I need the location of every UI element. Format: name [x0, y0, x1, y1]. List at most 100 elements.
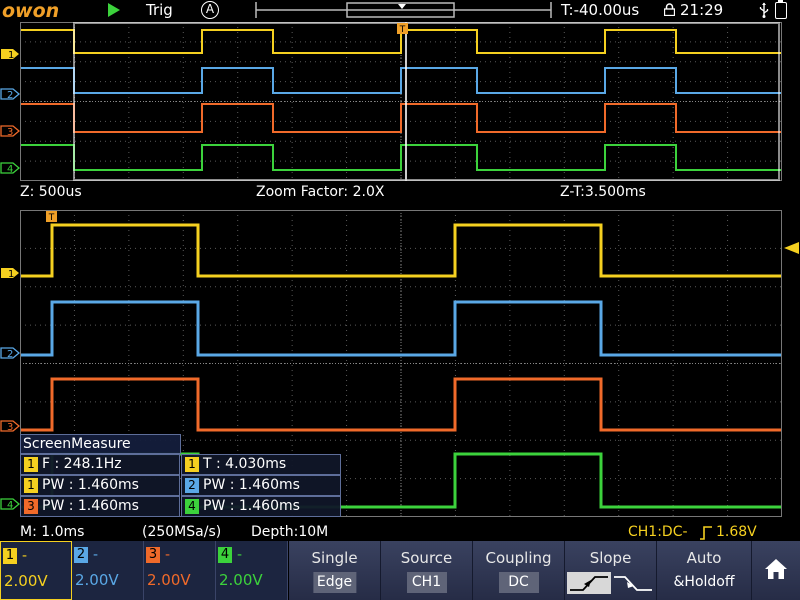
ch3-badge: 3 — [146, 547, 160, 563]
svg-text:2: 2 — [7, 349, 13, 359]
measure-row: 1 T : 4.030ms — [181, 454, 341, 475]
home-button[interactable] — [752, 541, 800, 600]
slope-button[interactable]: Slope — [565, 541, 657, 600]
measure-channel-badge: 4 — [185, 499, 199, 514]
measure-value: F : 248.1Hz — [42, 456, 122, 472]
usb-icon — [759, 2, 769, 18]
svg-text:3: 3 — [7, 127, 13, 137]
trigger-time-offset: T:-40.00us — [561, 1, 640, 19]
single-edge-button[interactable]: Single Edge — [289, 541, 381, 600]
ch1-settings[interactable]: 1 - 2.00V — [0, 541, 72, 600]
ch2-dash: - — [93, 547, 99, 563]
auto-label: Auto — [686, 549, 722, 567]
coupling-label: Coupling — [485, 549, 552, 567]
svg-text:3: 3 — [7, 422, 13, 432]
measure-row: 1 F : 248.1Hz — [20, 454, 180, 475]
memory-position-bar[interactable] — [254, 0, 553, 20]
svg-text:T: T — [399, 25, 406, 35]
sample-rate: (250MSa/s) — [142, 524, 222, 540]
ch2-settings[interactable]: 2 - 2.00V — [72, 541, 144, 600]
ch1-badge: 1 — [3, 548, 17, 564]
ch4-volts: 2.00V — [219, 571, 263, 589]
source-label: Source — [400, 549, 453, 567]
brand-logo: owon — [2, 0, 60, 22]
trigger-coupling-info: CH1:DC- — [628, 524, 688, 540]
measure-value: PW : 1.460ms — [42, 477, 139, 493]
measure-value: PW : 1.460ms — [42, 498, 139, 514]
ch2-main-trace — [20, 67, 782, 94]
ch1-volts: 2.00V — [4, 572, 48, 590]
trigger-level-value: 1.68V — [716, 524, 757, 540]
svg-text:T: T — [48, 213, 55, 223]
svg-text:1: 1 — [8, 269, 14, 279]
clock-time: 21:29 — [680, 1, 724, 19]
ch4-badge: 4 — [218, 547, 232, 563]
lock-icon — [664, 3, 675, 16]
ch3-volts: 2.00V — [147, 571, 191, 589]
zoom-trigger-time: Z-T:3.500ms — [560, 184, 646, 200]
auto-mode-icon: A — [201, 1, 219, 19]
measure-channel-badge: 1 — [24, 457, 38, 472]
single-label: Single — [311, 549, 358, 567]
ch3-dash: - — [165, 547, 171, 563]
bottom-menu: 1 - 2.00V 2 - 2.00V 3 - 2.00V 4 - 2.00V … — [0, 541, 800, 600]
measure-row: 2 PW : 1.460ms — [181, 475, 341, 496]
slope-selector-icon — [567, 572, 652, 594]
ch2-badge: 2 — [74, 547, 88, 563]
measure-value: PW : 1.460ms — [203, 498, 300, 514]
ch3-zoom-marker[interactable]: 3 — [0, 420, 20, 432]
trigger-state-label: Trig — [146, 1, 173, 19]
measure-row: 3 PW : 1.460ms — [20, 496, 180, 517]
measure-row: 4 PW : 1.460ms — [181, 496, 341, 517]
measure-channel-badge: 3 — [24, 499, 38, 514]
run-state-icon[interactable] — [108, 3, 120, 17]
source-button[interactable]: Source CH1 — [381, 541, 473, 600]
ch3-settings[interactable]: 3 - 2.00V — [144, 541, 216, 600]
ch3-zoom-trace — [20, 377, 782, 432]
source-value: CH1 — [406, 572, 447, 593]
zoom-factor: Zoom Factor: 2.0X — [256, 184, 385, 200]
ch2-zoom-marker[interactable]: 2 — [0, 347, 20, 359]
zoom-info-bar: Z: 500us Zoom Factor: 2.0X Z-T:3.500ms — [0, 182, 800, 204]
ch4-settings[interactable]: 4 - 2.00V — [216, 541, 288, 600]
ch1-dash: - — [22, 548, 28, 564]
ch1-main-marker[interactable]: 1 — [0, 48, 20, 60]
ch4-zoom-marker[interactable]: 4 — [0, 498, 20, 510]
measure-channel-badge: 1 — [24, 478, 38, 493]
svg-text:1: 1 — [8, 50, 14, 60]
slope-label: Slope — [589, 549, 632, 567]
measure-row: 1 PW : 1.460ms — [20, 475, 180, 496]
auto-holdoff-button[interactable]: Auto &Holdoff — [657, 541, 752, 600]
zoom-timebase: Z: 500us — [20, 184, 82, 200]
coupling-value: DC — [498, 572, 539, 593]
measure-channel-badge: 1 — [185, 457, 199, 472]
measure-value: PW : 1.460ms — [203, 477, 300, 493]
ch1-zoom-marker[interactable]: 1 — [0, 267, 20, 279]
main-waveform-window[interactable]: T — [20, 22, 782, 181]
svg-text:4: 4 — [7, 500, 13, 510]
status-bar: owon Trig A T:-40.00us 21:29 — [0, 0, 800, 22]
trigger-level-marker[interactable] — [784, 241, 800, 255]
main-trigger-marker: T — [397, 23, 408, 35]
main-timebase: M: 1.0ms — [20, 524, 85, 540]
svg-text:2: 2 — [7, 90, 13, 100]
battery-icon — [775, 0, 787, 19]
measure-channel-badge: 2 — [185, 478, 199, 493]
home-icon — [765, 559, 787, 579]
screen-measure-title: ScreenMeasure — [20, 434, 181, 454]
coupling-button[interactable]: Coupling DC — [473, 541, 565, 600]
ch4-main-marker[interactable]: 4 — [0, 162, 20, 174]
acquisition-info-bar: M: 1.0ms (250MSa/s) Depth:10M CH1:DC- 1.… — [0, 522, 800, 542]
ch3-main-trace — [20, 103, 782, 133]
svg-text:4: 4 — [7, 164, 13, 174]
measure-value: T : 4.030ms — [203, 456, 287, 472]
rising-edge-icon — [700, 526, 712, 540]
ch3-main-marker[interactable]: 3 — [0, 125, 20, 137]
edge-value: Edge — [312, 572, 357, 593]
zoom-trigger-marker: T — [46, 211, 57, 223]
ch2-main-marker[interactable]: 2 — [0, 88, 20, 100]
ch4-main-trace — [20, 144, 782, 171]
ch2-volts: 2.00V — [75, 571, 119, 589]
ch4-dash: - — [237, 547, 243, 563]
holdoff-label: &Holdoff — [673, 574, 735, 590]
